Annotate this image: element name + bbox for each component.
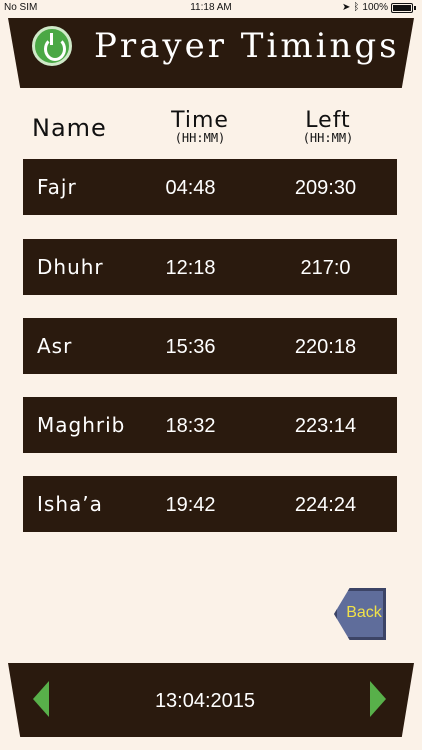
prayer-time-left: 209:30 <box>294 177 357 199</box>
prayer-time-left: 217:0 <box>300 257 351 279</box>
battery-tip <box>414 5 416 10</box>
prayer-name: Isha’a <box>37 492 103 516</box>
page-title: Prayer Timings <box>94 26 400 66</box>
prayer-time: 15:36 <box>165 336 216 358</box>
column-left-unit: (HH:MM) <box>302 131 354 145</box>
prayer-name: Maghrib <box>37 413 126 437</box>
header: Prayer Timings <box>8 18 414 88</box>
column-header-time: Time (HH:MM) <box>160 108 240 145</box>
battery-percent: 100% <box>362 2 388 13</box>
prayer-time: 19:42 <box>165 494 216 516</box>
prayer-time: 12:18 <box>165 257 216 279</box>
prayer-time: 04:48 <box>165 177 216 199</box>
prayer-row-ishaa: Isha’a 19:42 224:24 <box>23 476 397 532</box>
prayer-row-asr: Asr 15:36 220:18 <box>23 318 397 374</box>
battery-icon <box>391 2 413 13</box>
prayer-row-maghrib: Maghrib 18:32 223:14 <box>23 397 397 453</box>
prayer-row-dhuhr: Dhuhr 12:18 217:0 <box>23 239 397 295</box>
previous-day-arrow-icon[interactable] <box>33 681 49 717</box>
status-bar: No SIM 11:18 AM ➤ ᛒ 100% <box>0 0 422 16</box>
prayer-name: Dhuhr <box>37 255 104 279</box>
app-logo-icon <box>32 26 72 66</box>
back-button-label[interactable]: Back <box>346 604 382 622</box>
column-left-label: Left <box>305 108 351 133</box>
column-header-name: Name <box>32 114 107 142</box>
prayer-row-fajr: Fajr 04:48 209:30 <box>23 159 397 215</box>
current-date: 13:04:2015 <box>154 690 256 712</box>
column-header-left: Left (HH:MM) <box>288 108 368 145</box>
next-day-arrow-icon[interactable] <box>370 681 386 717</box>
prayer-time-left: 220:18 <box>294 336 357 358</box>
prayer-name: Asr <box>37 334 73 358</box>
prayer-time: 18:32 <box>165 415 216 437</box>
column-time-label: Time <box>171 108 229 133</box>
location-icon: ➤ <box>342 2 351 13</box>
status-right: ➤ ᛒ 100% <box>342 2 416 13</box>
prayer-name: Fajr <box>37 175 77 199</box>
prayer-time-left: 223:14 <box>294 415 357 437</box>
bluetooth-icon: ᛒ <box>353 2 360 13</box>
prayer-time-left: 224:24 <box>294 494 357 516</box>
column-time-unit: (HH:MM) <box>174 131 226 145</box>
